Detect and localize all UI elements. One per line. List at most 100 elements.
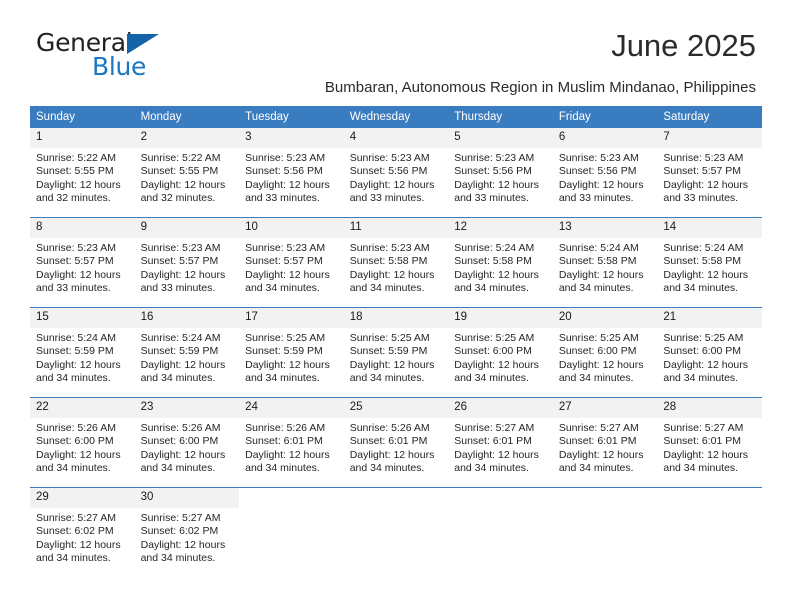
day-cell-empty [239, 487, 344, 577]
day-cell[interactable]: 26 Sunrise: 5:27 AM Sunset: 6:01 PM Dayligh… [448, 397, 553, 488]
day-cell[interactable]: 8 Sunrise: 5:23 AM Sunset: 5:57 PM Daylight… [30, 217, 135, 308]
location-subtitle: Bumbaran, Autonomous Region in Muslim Mi… [324, 79, 756, 96]
day-number: 2 [134, 128, 240, 148]
day-cell[interactable]: 12 Sunrise: 5:24 AM Sunset: 5:58 PM Dayligh… [448, 217, 553, 308]
day-cell[interactable]: 29 Sunrise: 5:27 AM Sunset: 6:02 PM Dayligh… [30, 487, 135, 577]
daylight-text-line2: and 34 minutes. [36, 462, 111, 475]
sunrise-text: Sunrise: 5:27 AM [36, 512, 116, 524]
day-number [657, 488, 762, 508]
day-cell[interactable]: 3 Sunrise: 5:23 AM Sunset: 5:56 PM Daylight… [239, 128, 344, 218]
day-number: 13 [552, 218, 658, 238]
day-cell[interactable]: 11 Sunrise: 5:23 AM Sunset: 5:58 PM Dayligh… [343, 217, 449, 308]
daylight-text-line1: Daylight: 12 hours [140, 178, 226, 191]
day-number: 9 [134, 218, 240, 238]
daylight-text-line1: Daylight: 12 hours [245, 178, 330, 191]
daylight-text-line2: and 34 minutes. [663, 282, 739, 295]
daylight-text-line2: and 33 minutes. [558, 192, 634, 205]
daylight-text-line1: Daylight: 12 hours [558, 268, 644, 281]
sunset-text: Sunset: 5:56 PM [454, 165, 532, 178]
daylight-text-line1: Daylight: 12 hours [36, 448, 121, 461]
day-number: 28 [657, 398, 762, 418]
day-number: 12 [448, 218, 553, 238]
day-cell[interactable]: 13 Sunrise: 5:24 AM Sunset: 5:58 PM Dayligh… [552, 217, 658, 308]
daylight-text-line2: and 34 minutes. [454, 372, 529, 385]
day-number: 3 [239, 128, 344, 148]
sunset-text: Sunset: 5:59 PM [140, 345, 219, 358]
weekday-header-saturday: Saturday [657, 106, 762, 128]
day-number: 15 [30, 308, 135, 328]
day-number: 20 [552, 308, 658, 328]
day-cell[interactable]: 17 Sunrise: 5:25 AM Sunset: 5:59 PM Dayligh… [239, 307, 344, 398]
daylight-text-line1: Daylight: 12 hours [454, 178, 539, 191]
sunrise-text: Sunrise: 5:27 AM [140, 512, 221, 524]
sunrise-text: Sunrise: 5:25 AM [349, 332, 430, 344]
sunrise-text: Sunrise: 5:23 AM [663, 152, 744, 164]
sunrise-text: Sunrise: 5:23 AM [349, 242, 430, 254]
day-cell[interactable]: 27 Sunrise: 5:27 AM Sunset: 6:01 PM Dayligh… [552, 397, 658, 488]
daylight-text-line1: Daylight: 12 hours [454, 358, 539, 371]
daylight-text-line2: and 34 minutes. [349, 372, 425, 385]
sunset-text: Sunset: 6:01 PM [663, 435, 742, 448]
daylight-text-line1: Daylight: 12 hours [663, 358, 749, 371]
daylight-text-line1: Daylight: 12 hours [349, 178, 435, 191]
daylight-text-line1: Daylight: 12 hours [36, 268, 121, 281]
day-cell[interactable]: 24 Sunrise: 5:26 AM Sunset: 6:01 PM Dayligh… [239, 397, 344, 488]
sunrise-text: Sunrise: 5:22 AM [36, 152, 116, 164]
sunset-text: Sunset: 6:01 PM [349, 435, 428, 448]
day-cell[interactable]: 23 Sunrise: 5:26 AM Sunset: 6:00 PM Dayligh… [134, 397, 240, 488]
day-details: Sunrise: 5:27 AM Sunset: 6:01 PM Daylight:… [553, 418, 658, 476]
day-cell[interactable]: 28 Sunrise: 5:27 AM Sunset: 6:01 PM Dayligh… [657, 397, 762, 488]
day-cell[interactable]: 1 Sunrise: 5:22 AM Sunset: 5:55 PM Daylight… [30, 128, 135, 218]
sunrise-text: Sunrise: 5:23 AM [245, 242, 326, 254]
daylight-text-line2: and 33 minutes. [36, 282, 111, 295]
day-cell[interactable]: 6 Sunrise: 5:23 AM Sunset: 5:56 PM Daylight… [552, 128, 658, 218]
day-cell[interactable]: 20 Sunrise: 5:25 AM Sunset: 6:00 PM Dayligh… [552, 307, 658, 398]
day-details: Sunrise: 5:26 AM Sunset: 6:00 PM Daylight:… [30, 418, 135, 476]
daylight-text-line2: and 33 minutes. [140, 282, 216, 295]
daylight-text-line1: Daylight: 12 hours [454, 448, 539, 461]
daylight-text-line2: and 34 minutes. [36, 372, 111, 385]
day-details: Sunrise: 5:26 AM Sunset: 6:01 PM Daylight:… [239, 418, 344, 476]
day-details: Sunrise: 5:23 AM Sunset: 5:57 PM Daylight:… [135, 238, 240, 296]
daylight-text-line1: Daylight: 12 hours [36, 178, 121, 191]
sunrise-text: Sunrise: 5:25 AM [245, 332, 326, 344]
day-details: Sunrise: 5:26 AM Sunset: 6:00 PM Daylight:… [135, 418, 240, 476]
day-cell[interactable]: 19 Sunrise: 5:25 AM Sunset: 6:00 PM Dayligh… [448, 307, 553, 398]
weekday-header-sunday: Sunday [30, 106, 135, 128]
week-row: 1 Sunrise: 5:22 AM Sunset: 5:55 PM Daylight… [30, 128, 762, 218]
sunrise-text: Sunrise: 5:24 AM [558, 242, 639, 254]
day-cell[interactable]: 18 Sunrise: 5:25 AM Sunset: 5:59 PM Dayligh… [343, 307, 449, 398]
sunset-text: Sunset: 5:57 PM [140, 255, 219, 268]
day-cell[interactable]: 7 Sunrise: 5:23 AM Sunset: 5:57 PM Daylight… [657, 128, 762, 218]
weekday-header-monday: Monday [134, 106, 240, 128]
page-header: General Blue June 2025 Bumbaran, Autonom… [0, 0, 792, 96]
day-cell[interactable]: 5 Sunrise: 5:23 AM Sunset: 5:56 PM Daylight… [448, 128, 553, 218]
day-cell[interactable]: 15 Sunrise: 5:24 AM Sunset: 5:59 PM Dayligh… [30, 307, 135, 398]
day-cell[interactable]: 10 Sunrise: 5:23 AM Sunset: 5:57 PM Dayligh… [239, 217, 344, 308]
daylight-text-line2: and 33 minutes. [454, 192, 529, 205]
week-row: 8 Sunrise: 5:23 AM Sunset: 5:57 PM Daylight… [30, 217, 762, 308]
daylight-text-line2: and 34 minutes. [245, 462, 320, 475]
day-cell[interactable]: 14 Sunrise: 5:24 AM Sunset: 5:58 PM Dayligh… [657, 217, 762, 308]
day-cell[interactable]: 21 Sunrise: 5:25 AM Sunset: 6:00 PM Dayligh… [657, 307, 762, 398]
day-cell[interactable]: 2 Sunrise: 5:22 AM Sunset: 5:55 PM Daylight… [134, 128, 240, 218]
day-cell[interactable]: 30 Sunrise: 5:27 AM Sunset: 6:02 PM Dayligh… [134, 487, 240, 577]
day-details: Sunrise: 5:27 AM Sunset: 6:02 PM Daylight:… [135, 508, 240, 566]
day-number: 22 [30, 398, 135, 418]
daylight-text-line2: and 34 minutes. [558, 372, 634, 385]
calendar-page: General Blue June 2025 Bumbaran, Autonom… [0, 0, 792, 612]
day-number: 23 [134, 398, 240, 418]
day-cell[interactable]: 16 Sunrise: 5:24 AM Sunset: 5:59 PM Dayligh… [134, 307, 240, 398]
day-cell[interactable]: 9 Sunrise: 5:23 AM Sunset: 5:57 PM Daylight… [134, 217, 240, 308]
general-blue-logo[interactable]: General Blue [36, 30, 226, 80]
day-cell[interactable]: 4 Sunrise: 5:23 AM Sunset: 5:56 PM Daylight… [343, 128, 449, 218]
day-cell-empty [552, 487, 658, 577]
day-details: Sunrise: 5:23 AM Sunset: 5:56 PM Daylight:… [344, 148, 449, 206]
day-cell[interactable]: 22 Sunrise: 5:26 AM Sunset: 6:00 PM Dayligh… [30, 397, 135, 488]
daylight-text-line2: and 34 minutes. [558, 462, 634, 475]
day-cell[interactable]: 25 Sunrise: 5:26 AM Sunset: 6:01 PM Dayligh… [343, 397, 449, 488]
sunset-text: Sunset: 6:01 PM [245, 435, 323, 448]
logo-triangle-icon [127, 34, 159, 54]
sunrise-text: Sunrise: 5:25 AM [558, 332, 639, 344]
daylight-text-line2: and 34 minutes. [140, 552, 216, 565]
